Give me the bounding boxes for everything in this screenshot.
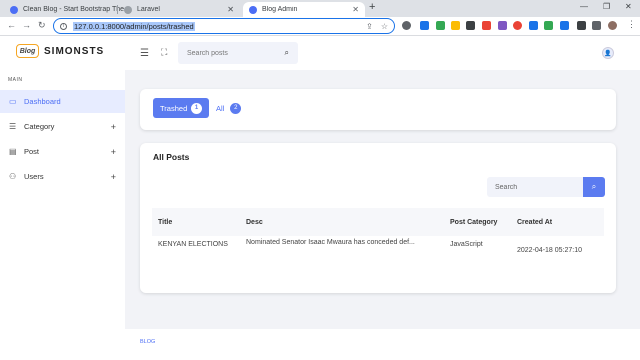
- tab-trashed-label: Trashed: [160, 103, 188, 113]
- tab-title: Blog Admin: [262, 6, 298, 13]
- extension-icon[interactable]: [529, 21, 538, 30]
- cell-title: KENYAN ELECTIONS: [158, 241, 228, 248]
- main-content: Trashed 1 All 2 All Posts ⌕ Title Desc P…: [125, 70, 640, 360]
- sidebar-item-label: Category: [24, 122, 55, 131]
- window-close-icon[interactable]: ✕: [625, 2, 632, 11]
- dashboard-icon: ▭: [9, 97, 17, 106]
- table-search-button[interactable]: ⌕: [583, 177, 605, 197]
- extension-icon[interactable]: [466, 21, 475, 30]
- extension-icon[interactable]: [544, 21, 553, 30]
- table-header: Title Desc Post Category Created At: [152, 208, 604, 236]
- forward-icon[interactable]: →: [22, 20, 31, 30]
- sidebar-panel-icon[interactable]: [592, 21, 601, 30]
- restore-icon[interactable]: ❐: [603, 2, 610, 11]
- all-posts-card: All Posts ⌕ Title Desc Post Category Cre…: [140, 143, 616, 293]
- extension-icon[interactable]: [402, 21, 411, 30]
- tab-trashed[interactable]: Trashed 1: [153, 98, 209, 118]
- browser-toolbar: ← → ↻ i 127.0.0.1:8000/admin/posts/trash…: [0, 17, 640, 36]
- fullscreen-icon[interactable]: ⛶: [161, 47, 167, 58]
- bookmark-star-icon[interactable]: ☆: [381, 22, 388, 31]
- search-icon: ⌕: [591, 182, 597, 191]
- extension-icon[interactable]: [560, 21, 569, 30]
- sidebar: MAIN ▭ Dashboard ☰ Category + ▤ Post + ⚇…: [0, 70, 125, 360]
- hamburger-menu-icon[interactable]: ☰: [140, 48, 149, 59]
- users-icon: ⚇: [9, 172, 17, 181]
- document-icon: ▤: [9, 147, 17, 156]
- cell-created-at: 2022-04-18 05:27:10: [517, 247, 582, 254]
- reload-icon[interactable]: ↻: [38, 20, 46, 31]
- close-tab-icon[interactable]: ✕: [352, 5, 359, 14]
- column-header-desc[interactable]: Desc: [246, 219, 263, 226]
- puzzle-icon[interactable]: [577, 21, 586, 30]
- share-icon[interactable]: ⇪: [366, 22, 373, 31]
- globe-icon: [124, 5, 132, 14]
- sidebar-item-label: Dashboard: [24, 97, 61, 106]
- extension-icon[interactable]: [420, 21, 429, 30]
- browser-tab-strip: Clean Blog - Start Bootstrap The ✕ Larav…: [0, 0, 640, 17]
- column-header-created[interactable]: Created At: [517, 219, 552, 226]
- app-header: Blog SIMONSTS ☰ ⛶ ⌕ 👤: [0, 36, 640, 70]
- list-icon: ☰: [9, 122, 17, 131]
- extension-icon[interactable]: [513, 21, 522, 30]
- new-tab-button[interactable]: +: [369, 1, 375, 13]
- profile-avatar-icon[interactable]: [608, 21, 617, 30]
- search-posts-input[interactable]: [187, 49, 275, 57]
- favicon-icon: [10, 5, 18, 14]
- tab-all-label: All: [216, 103, 225, 113]
- sidebar-item-category[interactable]: ☰ Category +: [0, 115, 125, 138]
- cell-category: JavaScript: [450, 241, 483, 248]
- trashed-count-badge: 1: [191, 102, 202, 114]
- sidebar-item-users[interactable]: ⚇ Users +: [0, 165, 125, 188]
- sidebar-item-label: Users: [24, 172, 44, 181]
- tab-all[interactable]: All 2: [216, 98, 242, 118]
- footer-text: BLOG: [140, 339, 156, 345]
- back-icon[interactable]: ←: [7, 20, 16, 30]
- sidebar-item-label: Post: [24, 147, 40, 156]
- all-count-badge: 2: [230, 102, 242, 114]
- browser-tab-blog-admin[interactable]: Blog Admin ✕: [243, 2, 365, 17]
- tab-title: Laravel: [137, 6, 160, 13]
- user-avatar[interactable]: 👤: [602, 47, 614, 59]
- cell-desc: Nominated Senator Isaac Mwaura has conce…: [246, 239, 415, 246]
- column-header-category[interactable]: Post Category: [450, 219, 497, 226]
- expand-plus-icon[interactable]: +: [111, 122, 116, 132]
- expand-plus-icon[interactable]: +: [111, 147, 116, 157]
- card-title: All Posts: [153, 152, 190, 162]
- expand-plus-icon[interactable]: +: [111, 172, 116, 182]
- extension-icon[interactable]: [482, 21, 491, 30]
- favicon-icon: [249, 5, 257, 14]
- sidebar-item-dashboard[interactable]: ▭ Dashboard: [0, 90, 125, 113]
- page-footer: BLOG: [125, 329, 640, 360]
- extension-icon[interactable]: [498, 21, 507, 30]
- address-bar[interactable]: i 127.0.0.1:8000/admin/posts/trashed ⇪ ☆: [53, 18, 395, 34]
- search-icon[interactable]: ⌕: [285, 48, 289, 58]
- extension-icon[interactable]: [451, 21, 460, 30]
- post-filter-card: Trashed 1 All 2: [140, 89, 616, 130]
- header-search: ⌕: [178, 42, 298, 64]
- table-search: [487, 177, 583, 197]
- site-info-icon[interactable]: i: [60, 22, 67, 30]
- logo-badge[interactable]: Blog: [16, 44, 39, 58]
- url-text[interactable]: 127.0.0.1:8000/admin/posts/trashed: [73, 21, 195, 31]
- extension-icon[interactable]: [436, 21, 445, 30]
- column-header-title[interactable]: Title: [158, 219, 172, 226]
- sidebar-section-label: MAIN: [8, 77, 23, 83]
- menu-dots-icon[interactable]: ⋮: [627, 19, 636, 30]
- close-tab-icon[interactable]: ✕: [227, 5, 234, 14]
- table-search-input[interactable]: [495, 183, 575, 191]
- minimize-icon[interactable]: —: [580, 2, 588, 11]
- brand-name[interactable]: SIMONSTS: [44, 46, 104, 57]
- browser-tab-laravel[interactable]: Laravel ✕: [118, 2, 240, 17]
- sidebar-item-post[interactable]: ▤ Post +: [0, 140, 125, 163]
